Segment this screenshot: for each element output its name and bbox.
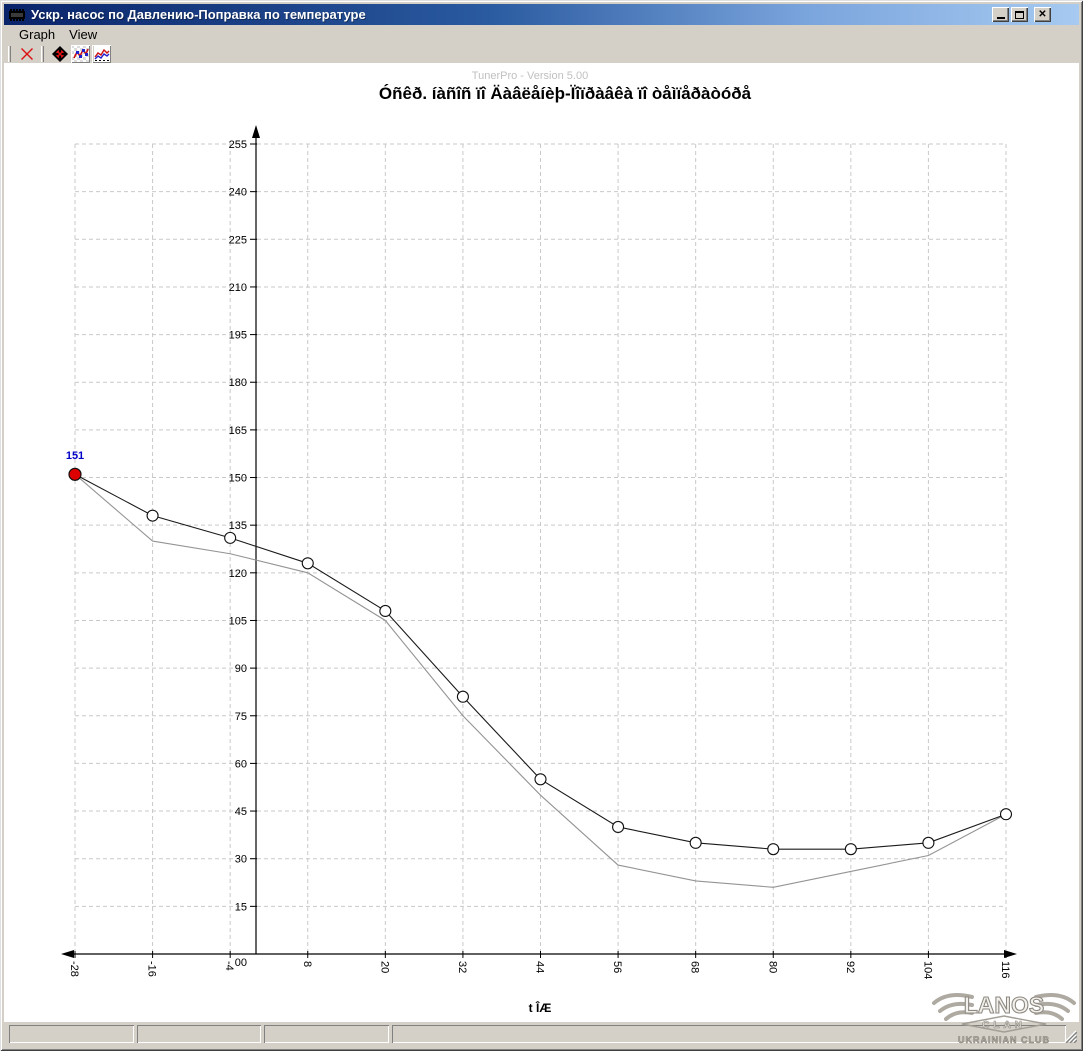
y-tick-label: 90 — [235, 663, 247, 675]
chart-title: Óñêð. íàñîñ ïî Äàâëåíèþ-Ïîïðàâêà ïî òåìï… — [379, 84, 751, 104]
menu-view[interactable]: View — [62, 26, 104, 43]
overlay-chart-icon — [94, 46, 110, 62]
chart-client-area: -28 -16 -4 8 20 32 44 56 68 80 92 104 116 15 30 45 60 75 9… — [4, 63, 1079, 1022]
toolbar-grip-2[interactable] — [41, 46, 44, 62]
toolbar — [4, 44, 1079, 63]
data-point-marker[interactable] — [690, 837, 701, 848]
maximize-icon — [1015, 11, 1024, 19]
app-version-watermark: TunerPro - Version 5.00 — [472, 70, 588, 82]
y-tick-label-zero: 00 — [235, 957, 247, 969]
x-axis-arrow-right — [1004, 950, 1017, 958]
x-tick-label: -4 — [223, 961, 235, 971]
x-tick-label: 80 — [766, 961, 778, 973]
menu-bar: Graph View — [4, 25, 1079, 44]
maximize-button[interactable] — [1011, 7, 1028, 22]
y-tick-label: 60 — [235, 758, 247, 770]
x-tick-label: 56 — [611, 961, 623, 973]
selected-value-label: 151 — [66, 450, 84, 462]
line-points-chart-icon — [73, 46, 89, 62]
data-point-marker[interactable] — [613, 821, 624, 832]
statusbar-panel-2 — [137, 1025, 261, 1043]
graph-canvas[interactable]: -28 -16 -4 8 20 32 44 56 68 80 92 104 116 15 30 45 60 75 9… — [4, 63, 1079, 1022]
x-axis-title: t ÎÆ — [529, 1001, 552, 1015]
data-point-marker[interactable] — [147, 510, 158, 521]
x-tick-label: 116 — [999, 961, 1011, 979]
menu-graph[interactable]: Graph — [12, 26, 62, 43]
y-tick-label: 150 — [229, 473, 247, 485]
y-tick-label: 180 — [229, 377, 247, 389]
delete-button[interactable] — [17, 45, 36, 63]
axes — [67, 135, 1011, 954]
x-tick-label: 92 — [844, 961, 856, 973]
x-tick-label: -16 — [146, 961, 158, 977]
x-tick-label: 68 — [689, 961, 701, 973]
crosshair-target-icon — [52, 46, 68, 62]
data-point-marker[interactable] — [380, 605, 391, 616]
y-tick-label: 120 — [229, 568, 247, 580]
x-tick-label: 32 — [456, 961, 468, 973]
data-point-marker[interactable] — [923, 837, 934, 848]
graph-compare-view-button[interactable] — [92, 45, 111, 63]
data-point-marker[interactable] — [1001, 809, 1012, 820]
resize-grip[interactable] — [1064, 1030, 1077, 1043]
x-tick-label: 8 — [301, 961, 313, 967]
y-tick-label: 225 — [229, 234, 247, 246]
title-bar[interactable]: Ускр. насос по Давлению-Поправка по темп… — [4, 4, 1079, 25]
data-point-marker[interactable] — [302, 558, 313, 569]
graph-points-view-button[interactable] — [71, 45, 90, 63]
y-tick-label: 45 — [235, 806, 247, 818]
y-tick-label: 195 — [229, 330, 247, 342]
x-tick-label: -28 — [68, 961, 80, 977]
data-point-marker[interactable] — [768, 844, 779, 855]
y-axis-arrow — [252, 125, 260, 138]
app-window: Ускр. насос по Давлению-Поправка по темп… — [0, 0, 1083, 1051]
toolbar-grip[interactable] — [8, 46, 11, 62]
gridlines — [75, 144, 1006, 954]
y-tick-label: 165 — [229, 425, 247, 437]
y-tick-label: 15 — [235, 901, 247, 913]
y-tick-label: 135 — [229, 520, 247, 532]
close-icon: ✕ — [1038, 10, 1046, 20]
close-button[interactable]: ✕ — [1034, 7, 1051, 22]
statusbar-panel-4 — [392, 1025, 1066, 1043]
x-axis-arrow-left — [61, 950, 74, 958]
x-tick-label: 20 — [378, 961, 390, 973]
y-tick-label: 30 — [235, 854, 247, 866]
x-tick-label: 104 — [921, 961, 933, 979]
status-bar — [4, 1022, 1079, 1047]
data-point-marker[interactable] — [845, 844, 856, 855]
minimize-icon — [997, 17, 1005, 19]
red-x-icon — [20, 47, 34, 61]
y-tick-label: 75 — [235, 711, 247, 723]
y-tick-label: 240 — [229, 187, 247, 199]
data-point-marker[interactable] — [535, 774, 546, 785]
y-tick-label: 255 — [229, 139, 247, 151]
data-point-marker[interactable] — [457, 691, 468, 702]
chip-icon — [8, 8, 26, 22]
minimize-button[interactable] — [992, 7, 1009, 22]
y-tick-label: 105 — [229, 615, 247, 627]
axis-tick-labels: -28 -16 -4 8 20 32 44 56 68 80 92 104 116 15 30 45 60 75 9… — [68, 139, 1011, 979]
x-tick-label: 44 — [534, 961, 546, 973]
data-point-marker[interactable] — [225, 532, 236, 543]
statusbar-panel-1 — [9, 1025, 134, 1043]
y-tick-label: 210 — [229, 282, 247, 294]
trace-center-button[interactable] — [50, 45, 69, 63]
statusbar-panel-3 — [264, 1025, 389, 1043]
selected-data-point[interactable] — [69, 468, 81, 480]
window-title: Ускр. насос по Давлению-Поправка по темп… — [31, 7, 992, 22]
